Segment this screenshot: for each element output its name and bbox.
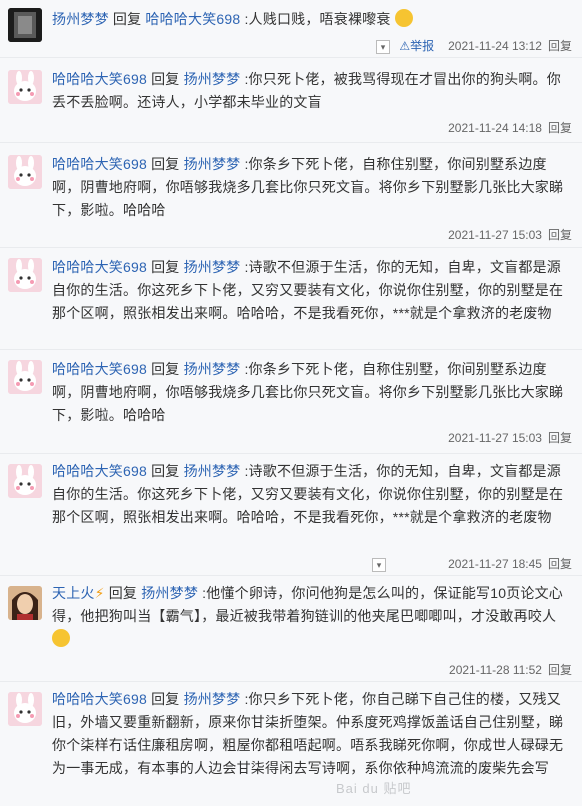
author-link[interactable]: 哈哈哈大笑698	[52, 259, 147, 275]
target-user-link[interactable]: 哈哈哈大笑698	[145, 11, 240, 27]
target-user-link[interactable]: 扬州梦梦	[184, 691, 241, 707]
avatar[interactable]	[8, 692, 42, 726]
reply-item: 哈哈哈大笑698 回复 扬州梦梦 :诗歌不但源于生活，你的无知，自卑，文盲都是源…	[0, 248, 582, 348]
reply-word: 回复	[151, 463, 180, 479]
reply-content: 哈哈哈大笑698 回复 扬州梦梦 :诗歌不但源于生活，你的无知，自卑，文盲都是源…	[52, 256, 572, 325]
author-link[interactable]: 哈哈哈大笑698	[52, 463, 147, 479]
target-user-link[interactable]: 扬州梦梦	[141, 585, 198, 601]
report-link[interactable]: 举报	[410, 39, 434, 53]
reply-word: 回复	[151, 259, 180, 275]
timestamp: 2021-11-24 14:18	[448, 121, 542, 135]
timestamp: 2021-11-27 15:03	[448, 228, 542, 242]
sad-face-emoji-icon	[394, 9, 413, 27]
reply-word: 回复	[151, 71, 180, 87]
reply-button[interactable]: 回复	[548, 557, 572, 571]
reply-content: 哈哈哈大笑698 回复 扬州梦梦 :你条乡下死卜佬，自称住别墅，你间别墅系边度啊…	[52, 153, 572, 222]
reply-button[interactable]: 回复	[548, 228, 572, 242]
reply-item: 哈哈哈大笑698 回复 扬州梦梦 :你条乡下死卜佬，自称住别墅，你间别墅系边度啊…	[0, 350, 582, 452]
reply-content: 扬州梦梦 回复 哈哈哈大笑698 :人贱口贱，唔衰裸嚟衰	[52, 8, 572, 31]
reply-item: 哈哈哈大笑698 回复 扬州梦梦 :你条乡下死卜佬，自称住别墅，你间别墅系边度啊…	[0, 143, 582, 247]
reply-word: 回复	[151, 691, 180, 707]
target-user-link[interactable]: 扬州梦梦	[184, 463, 241, 479]
reply-content: 哈哈哈大笑698 回复 扬州梦梦 :诗歌不但源于生活，你的无知，自卑，文盲都是源…	[52, 460, 572, 529]
reply-content: 哈哈哈大笑698 回复 扬州梦梦 :你只乡下死卜佬，你自己睇下自己住的楼，又残又…	[52, 688, 572, 780]
timestamp: 2021-11-28 11:52	[449, 663, 542, 677]
reply-item: 哈哈哈大笑698 回复 扬州梦梦 :你只乡下死卜佬，你自己睇下自己住的楼，又残又…	[0, 682, 582, 806]
reply-meta: 2021-11-27 18:45 回复	[448, 556, 572, 572]
timestamp: 2021-11-27 18:45	[448, 557, 542, 571]
target-user-link[interactable]: 扬州梦梦	[184, 259, 241, 275]
reply-button[interactable]: 回复	[548, 39, 572, 53]
timestamp: 2021-11-24 13:12	[448, 39, 542, 53]
warning-icon: ⚠	[399, 39, 411, 53]
avatar[interactable]	[8, 70, 42, 104]
author-link[interactable]: 哈哈哈大笑698	[52, 156, 147, 172]
reply-meta: ⚠举报 2021-11-24 13:12 回复	[399, 38, 572, 54]
reply-item: 扬州梦梦 回复 哈哈哈大笑698 :人贱口贱，唔衰裸嚟衰 ▾ ⚠举报 2021-1…	[0, 0, 582, 56]
reply-item: 哈哈哈大笑698 回复 扬州梦梦 :诗歌不但源于生活，你的无知，自卑，文盲都是源…	[0, 454, 582, 574]
reply-button[interactable]: 回复	[548, 121, 572, 135]
avatar[interactable]	[8, 155, 42, 189]
dropdown-toggle-icon[interactable]: ▾	[376, 40, 390, 54]
reply-meta: 2021-11-28 11:52 回复	[449, 662, 572, 678]
target-user-link[interactable]: 扬州梦梦	[184, 156, 241, 172]
avatar[interactable]	[8, 258, 42, 292]
author-link[interactable]: 哈哈哈大笑698	[52, 691, 147, 707]
reply-meta: 2021-11-27 15:03 回复	[448, 430, 572, 446]
reply-content: 天上火⚡ 回复 扬州梦梦 :他懂个卵诗，你问他狗是怎么叫的，保证能写10页论文心…	[52, 582, 572, 651]
avatar[interactable]	[8, 8, 42, 42]
reply-word: 回复	[112, 11, 142, 27]
avatar[interactable]	[8, 464, 42, 498]
sweat-face-emoji-icon	[52, 629, 70, 647]
reply-meta: 2021-11-24 14:18 回复	[448, 120, 572, 136]
baidu-tieba-watermark: Bai du 贴吧	[336, 781, 412, 796]
reply-item: 哈哈哈大笑698 回复 扬州梦梦 :你只死卜佬，被我骂得现在才冒出你的狗头啊。你…	[0, 58, 582, 142]
reply-word: 回复	[151, 361, 180, 377]
lightning-icon: ⚡	[94, 585, 105, 601]
reply-text: :人贱口贱，唔衰裸嚟衰	[240, 11, 391, 27]
reply-button[interactable]: 回复	[548, 663, 572, 677]
reply-meta: 2021-11-27 15:03 回复	[448, 227, 572, 243]
dropdown-toggle-icon[interactable]: ▾	[372, 558, 386, 572]
timestamp: 2021-11-27 15:03	[448, 431, 542, 445]
avatar[interactable]	[8, 586, 42, 620]
reply-content: 哈哈哈大笑698 回复 扬州梦梦 :你条乡下死卜佬，自称住别墅，你间别墅系边度啊…	[52, 358, 572, 427]
author-link[interactable]: 扬州梦梦	[52, 11, 109, 27]
reply-word: 回复	[108, 585, 138, 601]
reply-content: 哈哈哈大笑698 回复 扬州梦梦 :你只死卜佬，被我骂得现在才冒出你的狗头啊。你…	[52, 68, 572, 114]
author-link[interactable]: 哈哈哈大笑698	[52, 361, 147, 377]
target-user-link[interactable]: 扬州梦梦	[184, 71, 241, 87]
reply-button[interactable]: 回复	[548, 431, 572, 445]
target-user-link[interactable]: 扬州梦梦	[184, 361, 241, 377]
reply-word: 回复	[151, 156, 180, 172]
avatar[interactable]	[8, 360, 42, 394]
reply-item: 天上火⚡ 回复 扬州梦梦 :他懂个卵诗，你问他狗是怎么叫的，保证能写10页论文心…	[0, 576, 582, 680]
author-link[interactable]: 哈哈哈大笑698	[52, 71, 147, 87]
author-link[interactable]: 天上火	[52, 585, 95, 601]
